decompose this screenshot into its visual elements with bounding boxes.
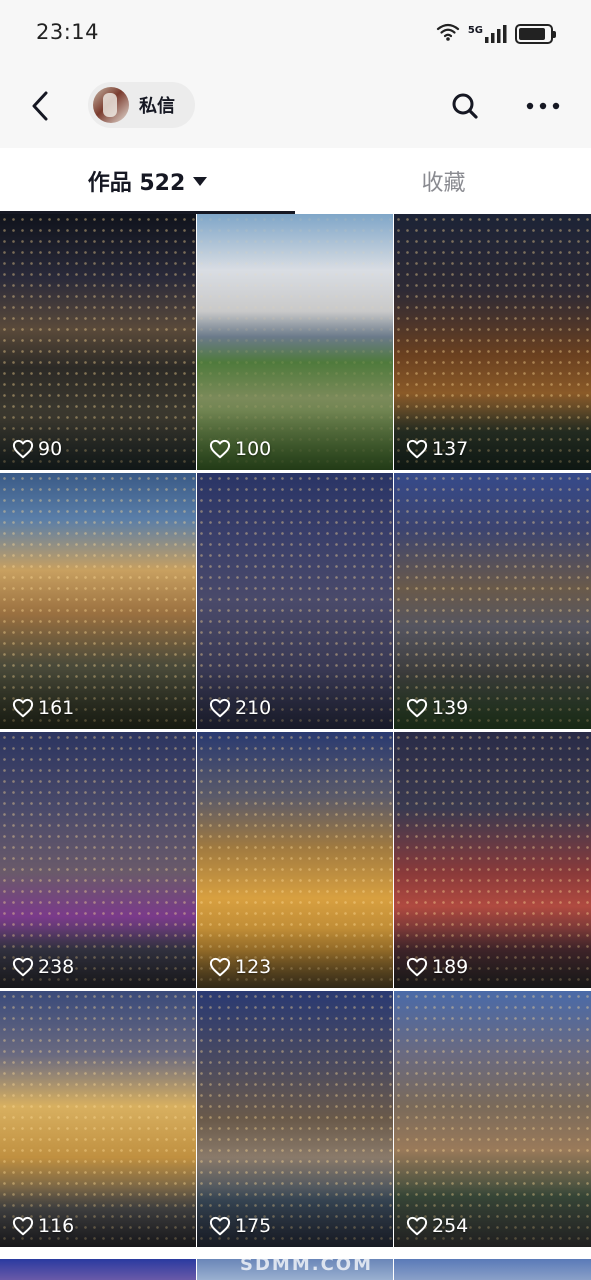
search-button[interactable] [445,86,485,126]
more-button[interactable] [523,86,563,126]
heart-icon [209,439,231,459]
like-count-group: 123 [209,956,271,978]
video-thumbnail[interactable]: 123 [197,732,393,988]
like-count-group: 137 [406,438,468,460]
battery-fill [519,28,545,40]
video-thumbnail[interactable]: 254 [394,991,591,1247]
video-grid: 90 100 137 161 210 139 238 123 189 116 175 254 [0,214,591,1247]
like-count: 139 [432,697,469,719]
like-count-group: 254 [406,1215,468,1237]
direct-message-button[interactable]: 私信 [88,82,195,128]
like-count: 189 [432,956,469,978]
like-count-group: 210 [209,697,271,719]
like-count: 116 [38,1215,75,1237]
heart-icon [406,1216,428,1236]
like-count: 123 [235,956,272,978]
tab-favorites[interactable]: 收藏 [296,148,591,214]
like-count-group: 161 [12,697,74,719]
watermark: SDMM.COM [240,1254,373,1275]
heart-icon [209,698,231,718]
like-count-group: 100 [209,438,271,460]
more-icon [526,102,560,110]
profile-tabs: 作品 522 收藏 [0,148,591,214]
like-count: 254 [432,1215,469,1237]
back-button[interactable] [22,88,58,124]
profile-header: 私信 [0,68,591,148]
video-thumbnail[interactable]: 238 [0,732,196,988]
chevron-left-icon [32,91,48,121]
heart-icon [406,957,428,977]
like-count: 210 [235,697,272,719]
video-thumbnail-partial[interactable] [394,1259,591,1280]
video-thumbnail[interactable]: 161 [0,473,196,729]
heart-icon [12,957,34,977]
video-thumbnail[interactable]: 189 [394,732,591,988]
battery-icon [515,24,556,44]
video-thumbnail[interactable]: 139 [394,473,591,729]
search-icon [452,93,478,119]
status-icons: 5G [436,22,556,46]
direct-message-label: 私信 [139,96,175,117]
like-count: 161 [38,697,75,719]
network-label: 5G [467,25,483,36]
status-bar: 23:14 5G [0,0,591,68]
heart-icon [209,957,231,977]
tab-works-label: 作品 522 [87,171,186,196]
tab-works[interactable]: 作品 522 [0,148,295,214]
like-count-group: 90 [12,438,62,460]
like-count: 238 [38,956,75,978]
heart-icon [12,439,34,459]
like-count: 100 [235,438,272,460]
like-count-group: 139 [406,697,468,719]
video-thumbnail[interactable]: 90 [0,214,196,470]
like-count: 175 [235,1215,272,1237]
video-thumbnail[interactable]: 100 [197,214,393,470]
heart-icon [12,1216,34,1236]
heart-icon [406,439,428,459]
video-thumbnail-partial[interactable] [0,1259,196,1280]
signal-icon: 5G [468,25,507,43]
video-thumbnail[interactable]: 116 [0,991,196,1247]
tab-favorites-label: 收藏 [421,171,466,196]
like-count: 90 [38,438,63,460]
like-count-group: 175 [209,1215,271,1237]
wifi-icon [436,22,460,46]
heart-icon [12,698,34,718]
video-thumbnail[interactable]: 210 [197,473,393,729]
like-count: 137 [432,438,469,460]
heart-icon [406,698,428,718]
like-count-group: 238 [12,956,74,978]
heart-icon [209,1216,231,1236]
caret-down-icon[interactable] [193,176,208,186]
avatar [93,87,129,123]
video-thumbnail[interactable]: 137 [394,214,591,470]
status-time: 23:14 [36,20,100,44]
like-count-group: 116 [12,1215,74,1237]
video-thumbnail[interactable]: 175 [197,991,393,1247]
like-count-group: 189 [406,956,468,978]
